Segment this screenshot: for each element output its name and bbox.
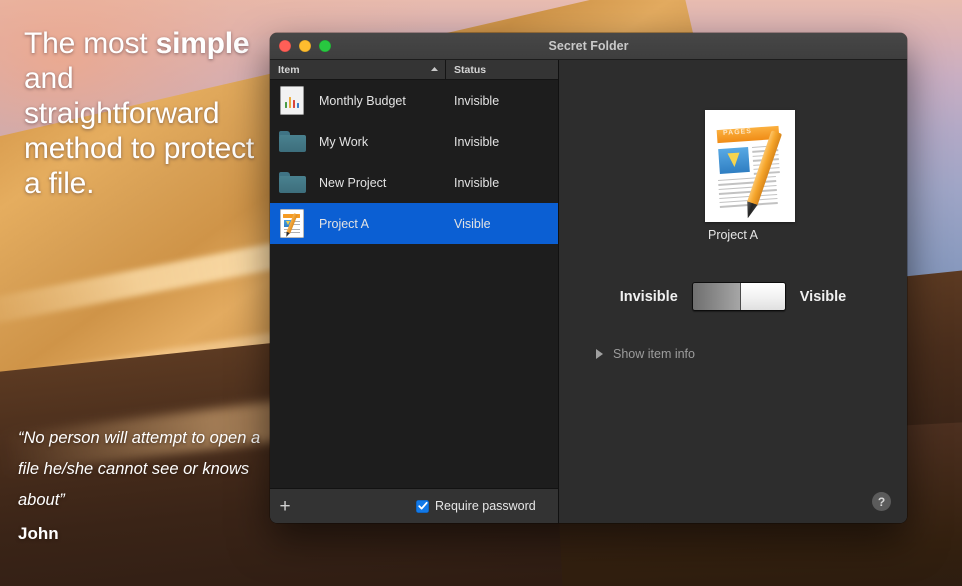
row-item-name: Monthly Budget (319, 93, 406, 108)
window-titlebar[interactable]: Secret Folder (270, 33, 907, 60)
column-header-item[interactable]: Item (270, 60, 446, 79)
desktop: The most simple and straightforward meth… (0, 0, 962, 586)
toggle-track (692, 283, 741, 310)
column-header-status[interactable]: Status (446, 64, 558, 76)
list-footer-toolbar: + Require password (270, 488, 558, 523)
require-password-label: Require password (435, 499, 536, 513)
row-item-status: Invisible (454, 175, 500, 190)
table-row[interactable]: New Project Invisible (270, 162, 558, 203)
triangle-right-icon[interactable] (596, 349, 603, 359)
table-row[interactable]: My Work Invisible (270, 121, 558, 162)
column-header-item-label: Item (278, 63, 300, 76)
item-list-pane: Item Status Monthly Budget Invisible My … (270, 60, 559, 523)
row-item-name: Project A (319, 216, 370, 231)
help-button[interactable]: ? (872, 492, 891, 511)
add-item-button[interactable]: + (270, 489, 300, 523)
chevron-up-icon (430, 65, 439, 74)
pages-document-icon (278, 209, 306, 238)
promo-headline: The most simple and straightforward meth… (24, 26, 269, 201)
row-item-name: New Project (319, 175, 387, 190)
folder-icon (278, 169, 306, 197)
row-item-status: Visible (454, 216, 491, 231)
table-row[interactable]: Monthly Budget Invisible (270, 80, 558, 121)
column-header-status-label: Status (454, 63, 487, 76)
window-title: Secret Folder (548, 39, 629, 53)
promo-headline-emphasis: simple (155, 27, 250, 60)
chart-document-icon (278, 86, 306, 115)
toggle-visible-label: Visible (799, 288, 847, 305)
require-password-row[interactable]: Require password (416, 499, 536, 513)
table-row-selected[interactable]: Project A Visible (270, 203, 558, 244)
visibility-toggle-row: Invisible Visible (559, 282, 907, 311)
toggle-thumb[interactable] (740, 283, 785, 310)
show-item-info-disclosure[interactable]: Show item info (596, 347, 695, 361)
visibility-toggle-switch[interactable] (691, 282, 786, 311)
promo-testimonial-author: John (18, 524, 59, 543)
window-body: Item Status Monthly Budget Invisible My … (270, 60, 907, 523)
item-list: Monthly Budget Invisible My Work Invisib… (270, 80, 558, 488)
folder-icon (278, 128, 306, 156)
app-window: Secret Folder Item Status Monthly Budget… (270, 33, 907, 523)
preview-pages-document-icon: PAGES (705, 110, 795, 222)
row-item-status: Invisible (454, 134, 500, 149)
promo-testimonial-quote: “No person will attempt to open a file h… (18, 429, 261, 509)
promo-headline-part1: The most (24, 27, 156, 60)
preview-item-name: Project A (707, 228, 759, 242)
promo-headline-part2: and straightforward method to protect a … (24, 62, 255, 200)
list-column-headers: Item Status (270, 60, 558, 80)
require-password-checkbox[interactable] (416, 499, 429, 513)
detail-pane: PAGES Project A Invisible Visible Show i… (559, 60, 907, 523)
toggle-invisible-label: Invisible (619, 288, 678, 305)
show-item-info-label: Show item info (613, 347, 695, 361)
row-item-status: Invisible (454, 93, 500, 108)
row-item-name: My Work (319, 134, 369, 149)
